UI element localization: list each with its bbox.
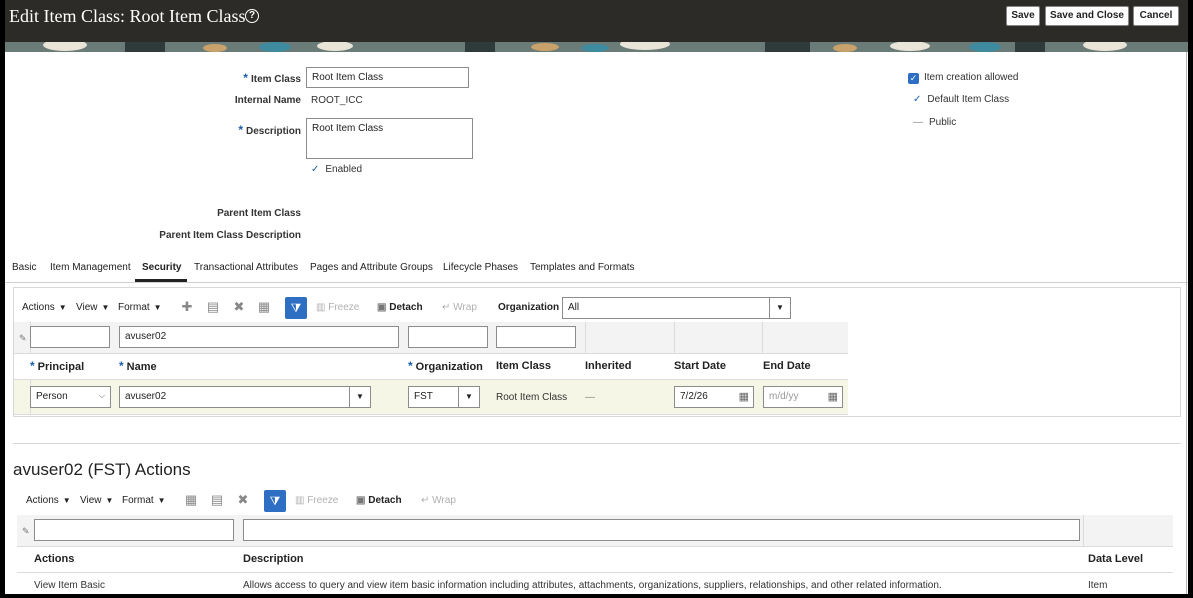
wrap-button[interactable]: ↵ Wrap bbox=[442, 302, 477, 313]
column-header-data-level[interactable]: Data Level bbox=[1088, 553, 1143, 565]
wrap-button[interactable]: ↵ Wrap bbox=[421, 495, 456, 506]
wrap-icon: ↵ bbox=[442, 302, 454, 313]
tab-pages-and-attribute-groups[interactable]: Pages and Attribute Groups bbox=[310, 262, 433, 273]
row-divider bbox=[17, 572, 1173, 573]
tab-transactional-attributes[interactable]: Transactional Attributes bbox=[194, 262, 298, 273]
detach-icon: ▣ bbox=[377, 302, 390, 313]
start-date-input[interactable]: 7/2/26 ▦ bbox=[674, 386, 754, 408]
edit-pencil-icon: ✎ bbox=[22, 526, 30, 536]
checkmark-icon: ✓ bbox=[913, 94, 922, 105]
section-divider bbox=[13, 443, 1181, 444]
checkbox-checked-icon: ✓ bbox=[908, 73, 919, 84]
public-checkbox[interactable]: — Public bbox=[913, 117, 956, 128]
parent-item-class-description-label: Parent Item Class Description bbox=[159, 230, 301, 241]
internal-name-value: ROOT_ICC bbox=[311, 95, 363, 106]
tab-item-management[interactable]: Item Management bbox=[50, 262, 131, 273]
column-header-inherited[interactable]: Inherited bbox=[585, 360, 631, 372]
organization-filter-label: Organization bbox=[498, 302, 560, 313]
item-class-cell: Root Item Class bbox=[496, 392, 568, 403]
duplicate-icon[interactable]: ▤ bbox=[206, 299, 220, 315]
item-creation-allowed-checkbox[interactable]: ✓ Item creation allowed bbox=[908, 72, 1019, 84]
tab-security[interactable]: Security bbox=[142, 262, 181, 273]
description-label: * Description bbox=[238, 123, 301, 137]
actions-menu[interactable]: Actions ▼ bbox=[26, 495, 71, 506]
column-header-item-class[interactable]: Item Class bbox=[496, 360, 551, 372]
export-icon[interactable]: ▦ bbox=[184, 492, 198, 508]
chevron-down-icon: ▼ bbox=[769, 298, 790, 318]
scroll-edge bbox=[1186, 52, 1187, 594]
column-header-start-date[interactable]: Start Date bbox=[674, 360, 726, 372]
column-header-name[interactable]: * Name bbox=[119, 359, 157, 373]
tab-divider bbox=[5, 282, 1188, 283]
save-button[interactable]: Save bbox=[1006, 6, 1040, 26]
column-header-principal[interactable]: * Principal bbox=[30, 359, 84, 373]
organization-combobox[interactable]: FST ▼ bbox=[408, 386, 480, 408]
export-icon[interactable]: ▦ bbox=[257, 299, 271, 315]
checkmark-icon: ✓ bbox=[311, 164, 320, 175]
detach-button[interactable]: ▣ Detach bbox=[377, 302, 423, 313]
save-and-close-button[interactable]: Save and Close bbox=[1045, 6, 1129, 26]
end-date-input[interactable]: m/d/yy ▦ bbox=[763, 386, 843, 408]
calendar-icon[interactable]: ▦ bbox=[828, 390, 838, 403]
freeze-icon: ▥ bbox=[295, 495, 308, 506]
query-by-example-icon[interactable]: ⧩ bbox=[285, 297, 307, 319]
add-icon[interactable]: ✚ bbox=[180, 299, 194, 315]
chevron-down-icon: ▼ bbox=[349, 387, 370, 407]
column-header-end-date[interactable]: End Date bbox=[763, 360, 811, 372]
action-name-cell: View Item Basic bbox=[34, 580, 105, 591]
detach-icon: ▣ bbox=[356, 495, 369, 506]
internal-name-label: Internal Name bbox=[234, 95, 301, 106]
column-header-actions[interactable]: Actions bbox=[34, 553, 74, 565]
column-header-description[interactable]: Description bbox=[243, 553, 304, 565]
cancel-button[interactable]: Cancel bbox=[1133, 6, 1179, 26]
data-level-cell: Item bbox=[1088, 580, 1108, 591]
freeze-icon: ▥ bbox=[316, 302, 329, 313]
tab-templates-and-formats[interactable]: Templates and Formats bbox=[530, 262, 635, 273]
actions-filter-input[interactable] bbox=[34, 519, 234, 541]
question-circle-icon[interactable]: ? bbox=[245, 9, 259, 23]
freeze-button[interactable]: ▥ Freeze bbox=[295, 495, 338, 506]
wrap-icon: ↵ bbox=[421, 495, 433, 506]
actions-menu[interactable]: Actions ▼ bbox=[22, 302, 67, 313]
view-menu[interactable]: View ▼ bbox=[76, 302, 109, 313]
column-header-organization[interactable]: * Organization bbox=[408, 359, 483, 373]
unchecked-dash-icon: — bbox=[913, 117, 923, 128]
delete-icon[interactable]: ✖ bbox=[232, 299, 246, 315]
description-filter-input[interactable] bbox=[243, 519, 1080, 541]
chevron-down-icon: ▼ bbox=[458, 387, 479, 407]
page-header: Edit Item Class: Root Item Class ? Save … bbox=[5, 0, 1188, 42]
description-textarea[interactable]: Root Item Class bbox=[306, 118, 473, 159]
item-class-filter-input[interactable] bbox=[496, 326, 576, 348]
decorative-banner bbox=[5, 42, 1188, 52]
detach-button[interactable]: ▣ Detach bbox=[356, 495, 402, 506]
page-title: Edit Item Class: Root Item Class bbox=[9, 6, 246, 26]
tab-basic[interactable]: Basic bbox=[12, 262, 36, 273]
add-row-icon[interactable]: ▤ bbox=[210, 492, 224, 508]
calendar-icon[interactable]: ▦ bbox=[739, 390, 749, 403]
view-menu[interactable]: View ▼ bbox=[80, 495, 113, 506]
edit-pencil-icon: ✎ bbox=[19, 333, 27, 343]
chevron-down-icon: ⌵ bbox=[98, 391, 105, 400]
edit-item-class-page: Edit Item Class: Root Item Class ? Save … bbox=[5, 0, 1188, 594]
default-item-class-checkbox[interactable]: ✓ Default Item Class bbox=[913, 94, 1009, 105]
item-class-label: * Item Class bbox=[243, 71, 301, 85]
item-class-input[interactable]: Root Item Class bbox=[306, 67, 469, 88]
principal-select[interactable]: Person ⌵ bbox=[30, 386, 111, 408]
action-description-cell: Allows access to query and view item bas… bbox=[243, 580, 942, 591]
tab-lifecycle-phases[interactable]: Lifecycle Phases bbox=[443, 262, 518, 273]
format-menu[interactable]: Format ▼ bbox=[122, 495, 166, 506]
parent-item-class-label: Parent Item Class bbox=[217, 208, 301, 219]
organization-filter-select[interactable]: All ▼ bbox=[562, 297, 791, 319]
inherited-cell: — bbox=[585, 392, 595, 403]
organization-filter-input[interactable] bbox=[408, 326, 488, 348]
format-menu[interactable]: Format ▼ bbox=[118, 302, 162, 313]
freeze-button[interactable]: ▥ Freeze bbox=[316, 302, 359, 313]
query-by-example-icon[interactable]: ⧩ bbox=[264, 490, 286, 512]
actions-section-title: avuser02 (FST) Actions bbox=[13, 460, 191, 479]
name-filter-input[interactable]: avuser02 bbox=[119, 326, 399, 348]
delete-icon[interactable]: ✖ bbox=[236, 492, 250, 508]
principal-filter-input[interactable] bbox=[30, 326, 110, 348]
name-combobox[interactable]: avuser02 ▼ bbox=[119, 386, 371, 408]
enabled-checkbox[interactable]: ✓ Enabled bbox=[311, 164, 362, 175]
